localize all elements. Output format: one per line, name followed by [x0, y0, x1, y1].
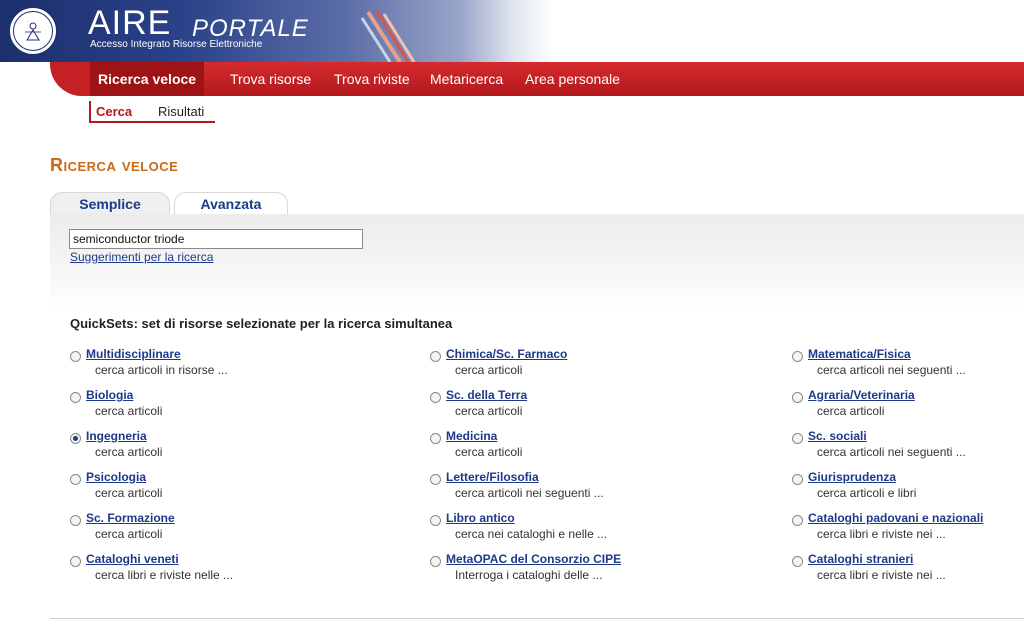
quickset-item: Lettere/Filosofia cerca articoli nei seg…	[430, 470, 730, 506]
quickset-link[interactable]: Biologia	[86, 388, 133, 402]
quickset-radio[interactable]	[792, 556, 803, 567]
quickset-link[interactable]: Cataloghi stranieri	[808, 552, 913, 566]
quickset-item: MetaOPAC del Consorzio CIPE Interroga i …	[430, 552, 730, 588]
quickset-description: cerca articoli nei seguenti ...	[817, 445, 966, 459]
quickset-description: cerca libri e riviste nei ...	[817, 568, 946, 582]
quickset-description: cerca libri e riviste nei ...	[817, 527, 946, 541]
bottom-divider	[50, 618, 1024, 619]
quickset-radio[interactable]	[430, 351, 441, 362]
quickset-radio[interactable]	[70, 392, 81, 403]
quickset-link[interactable]: Libro antico	[446, 511, 515, 525]
quickset-radio[interactable]	[430, 556, 441, 567]
quickset-link[interactable]: Ingegneria	[86, 429, 147, 443]
quickset-link[interactable]: Lettere/Filosofia	[446, 470, 539, 484]
quickset-radio[interactable]	[792, 515, 803, 526]
quickset-link[interactable]: MetaOPAC del Consorzio CIPE	[446, 552, 621, 566]
quickset-description: cerca nei cataloghi e nelle ...	[455, 527, 608, 541]
page-title: Ricerca veloce	[50, 155, 179, 175]
tab-semplice[interactable]: Semplice	[50, 192, 170, 215]
quickset-item: Psicologia cerca articoli	[70, 470, 370, 506]
seal-emblem	[13, 11, 53, 51]
quickset-radio-selected[interactable]	[70, 433, 81, 444]
logo-subtitle: Accesso Integrato Risorse Elettroniche	[90, 39, 263, 50]
quickset-radio[interactable]	[792, 351, 803, 362]
quickset-item: Multidisciplinare cerca articoli in riso…	[70, 347, 370, 383]
quickset-radio[interactable]	[70, 351, 81, 362]
search-hints-link[interactable]: Suggerimenti per la ricerca	[70, 250, 213, 264]
quickset-item: Ingegneria cerca articoli	[70, 429, 370, 465]
quickset-radio[interactable]	[430, 433, 441, 444]
quickset-link[interactable]: Matematica/Fisica	[808, 347, 911, 361]
quickset-item: Libro antico cerca nei cataloghi e nelle…	[430, 511, 730, 547]
quickset-link[interactable]: Agraria/Veterinaria	[808, 388, 915, 402]
search-input[interactable]	[69, 229, 363, 249]
quickset-item: Chimica/Sc. Farmaco cerca articoli	[430, 347, 730, 383]
quickset-item: Cataloghi padovani e nazionali cerca lib…	[792, 511, 1022, 547]
quickset-link[interactable]: Sc. Formazione	[86, 511, 175, 525]
quickset-item: Sc. della Terra cerca articoli	[430, 388, 730, 424]
subnav-risultati[interactable]: Risultati	[158, 104, 204, 119]
quickset-item: Matematica/Fisica cerca articoli nei seg…	[792, 347, 1022, 383]
nav-item-trova-risorse[interactable]: Trova risorse	[230, 62, 311, 96]
subnav-cerca[interactable]: Cerca	[96, 104, 132, 119]
quickset-item: Sc. Formazione cerca articoli	[70, 511, 370, 547]
nav-item-metaricerca[interactable]: Metaricerca	[430, 62, 503, 96]
seal-figure-icon	[25, 22, 41, 41]
quickset-link[interactable]: Multidisciplinare	[86, 347, 181, 361]
quickset-link[interactable]: Giurisprudenza	[808, 470, 896, 484]
quickset-link[interactable]: Sc. sociali	[808, 429, 867, 443]
quickset-link[interactable]: Chimica/Sc. Farmaco	[446, 347, 567, 361]
nav-item-area-personale[interactable]: Area personale	[525, 62, 620, 96]
quickset-description: cerca articoli	[455, 363, 523, 377]
quickset-description: Interroga i cataloghi delle ...	[455, 568, 603, 582]
quickset-radio[interactable]	[70, 556, 81, 567]
quickset-item: Cataloghi veneti cerca libri e riviste n…	[70, 552, 370, 588]
quickset-description: cerca articoli	[817, 404, 885, 418]
quickset-item: Cataloghi stranieri cerca libri e rivist…	[792, 552, 1022, 588]
quickset-radio[interactable]	[430, 392, 441, 403]
nav-item-trova-riviste[interactable]: Trova riviste	[334, 62, 410, 96]
quickset-link[interactable]: Medicina	[446, 429, 497, 443]
quickset-description: cerca articoli nei seguenti ...	[817, 363, 966, 377]
quickset-description: cerca articoli	[455, 445, 523, 459]
quickset-item: Sc. sociali cerca articoli nei seguenti …	[792, 429, 1022, 465]
quickset-description: cerca articoli	[455, 404, 523, 418]
quickset-link[interactable]: Cataloghi veneti	[86, 552, 179, 566]
quickset-description: cerca libri e riviste nelle ...	[95, 568, 234, 582]
quickset-link[interactable]: Psicologia	[86, 470, 146, 484]
quickset-radio[interactable]	[792, 433, 803, 444]
quickset-description: cerca articoli in risorse ...	[95, 363, 228, 377]
quickset-radio[interactable]	[792, 474, 803, 485]
quickset-description: cerca articoli	[95, 527, 163, 541]
logo-aire-text: AIRE	[88, 4, 172, 42]
quickset-item: Medicina cerca articoli	[430, 429, 730, 465]
quickset-radio[interactable]	[70, 474, 81, 485]
nav-item-ricerca-veloce[interactable]: Ricerca veloce	[90, 62, 205, 96]
quicksets-title: QuickSets: set di risorse selezionate pe…	[70, 316, 453, 331]
quickset-description: cerca articoli nei seguenti ...	[455, 486, 604, 500]
quickset-radio[interactable]	[430, 515, 441, 526]
university-seal-icon[interactable]	[8, 6, 58, 56]
quickset-description: cerca articoli	[95, 486, 163, 500]
quickset-link[interactable]: Cataloghi padovani e nazionali	[808, 511, 983, 525]
quickset-link[interactable]: Sc. della Terra	[446, 388, 527, 402]
quickset-description: cerca articoli e libri	[817, 486, 917, 500]
quickset-item: Biologia cerca articoli	[70, 388, 370, 424]
tab-avanzata[interactable]: Avanzata	[174, 192, 288, 215]
quickset-description: cerca articoli	[95, 445, 163, 459]
quickset-radio[interactable]	[792, 392, 803, 403]
quickset-radio[interactable]	[430, 474, 441, 485]
quickset-item: Agraria/Veterinaria cerca articoli	[792, 388, 1022, 424]
quickset-radio[interactable]	[70, 515, 81, 526]
banner-decoration-icon	[360, 9, 416, 62]
quickset-description: cerca articoli	[95, 404, 163, 418]
quickset-item: Giurisprudenza cerca articoli e libri	[792, 470, 1022, 506]
